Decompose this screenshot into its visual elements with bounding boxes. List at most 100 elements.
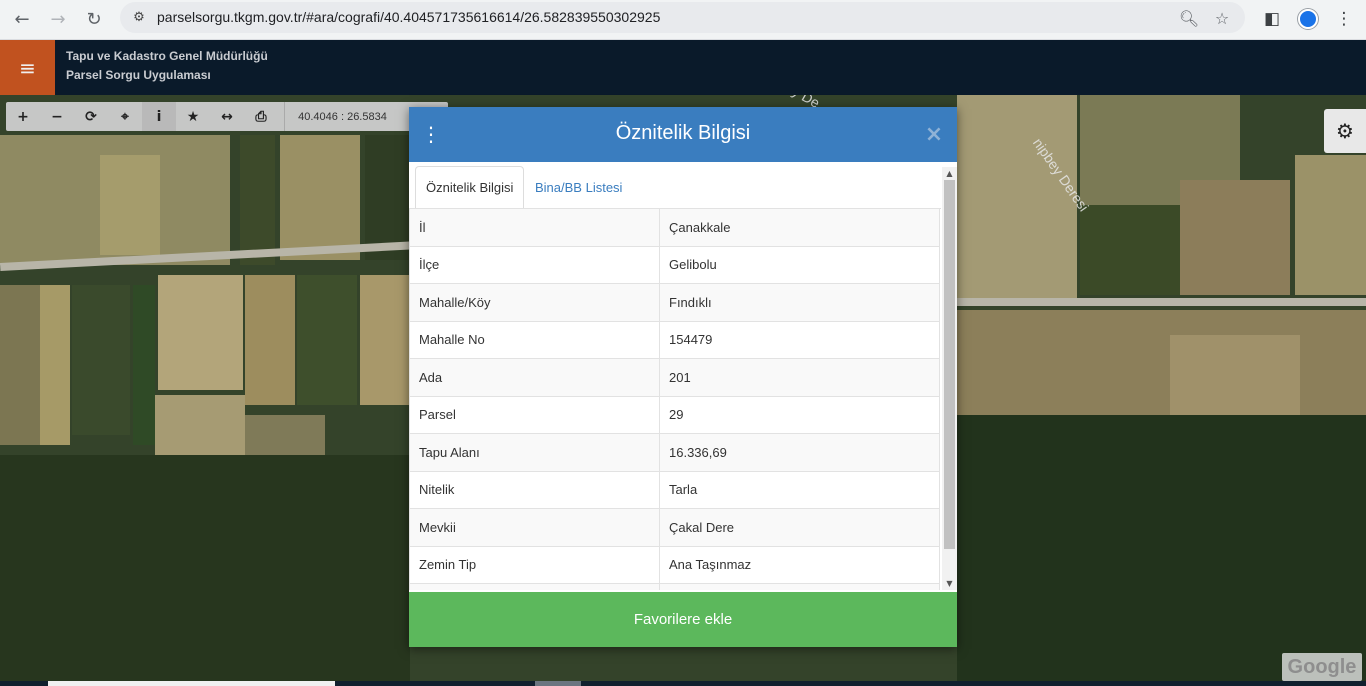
zoom-in-button[interactable]: + bbox=[6, 102, 40, 131]
attribute-key: Nitelik bbox=[409, 470, 660, 509]
attribute-table: İl Çanakkale İlçe Gelibolu Mahalle/Köy Fındık… bbox=[409, 208, 940, 590]
modal-header: ⋮ Öznitelik Bilgisi × bbox=[409, 107, 957, 162]
app-header: ≡ Tapu ve Kadastro Genel Müdürlüğü Parse… bbox=[0, 40, 1366, 95]
refresh-icon: ⟳ bbox=[85, 108, 97, 125]
map-field bbox=[1180, 180, 1290, 295]
map-forest bbox=[0, 455, 410, 686]
attribute-value bbox=[659, 583, 940, 590]
attribute-key: Ada bbox=[409, 358, 660, 397]
map-road bbox=[957, 298, 1366, 306]
attribute-table-container[interactable]: İl Çanakkale İlçe Gelibolu Mahalle/Köy Fındık… bbox=[409, 208, 941, 590]
map-field bbox=[957, 310, 1366, 415]
map-field bbox=[100, 155, 160, 255]
browser-toolbar: ← → ↻ ⚙ parselsorgu.tkgm.gov.tr/#ara/cog… bbox=[0, 0, 1366, 40]
attribute-key: Mevkii bbox=[409, 508, 660, 547]
map-field bbox=[158, 275, 243, 390]
attribute-value: Tarla bbox=[659, 470, 940, 509]
arrow-left-icon: ← bbox=[14, 8, 30, 30]
scroll-up-icon[interactable]: ▲ bbox=[942, 167, 957, 179]
attribute-info-modal: ⋮ Öznitelik Bilgisi × Öznitelik Bilgisi … bbox=[409, 107, 957, 647]
map-field bbox=[1170, 335, 1300, 415]
attribute-key bbox=[409, 583, 660, 590]
app-title-application: Parsel Sorgu Uygulaması bbox=[66, 68, 211, 82]
attribute-value: Çakal Dere bbox=[659, 508, 940, 547]
favorites-button[interactable]: ★ bbox=[176, 102, 210, 131]
map-field bbox=[297, 275, 357, 405]
bookmark-star-icon[interactable]: ☆ bbox=[1210, 6, 1234, 30]
scrollbar[interactable]: ▲ ▼ bbox=[942, 167, 957, 590]
plus-icon: + bbox=[17, 108, 29, 125]
attribute-value: 201 bbox=[659, 358, 940, 397]
info-button[interactable]: i bbox=[142, 102, 176, 131]
star-icon: ★ bbox=[186, 108, 200, 125]
table-row: İlçe Gelibolu bbox=[409, 245, 940, 284]
table-row: Nitelik Tarla bbox=[409, 470, 940, 509]
tab-building-list[interactable]: Bina/BB Listesi bbox=[525, 166, 632, 209]
add-to-favorites-button[interactable]: Favorilere ekle bbox=[409, 592, 957, 647]
forward-button[interactable]: → bbox=[43, 4, 73, 34]
map-field bbox=[155, 395, 245, 455]
map-field bbox=[72, 285, 130, 435]
avatar bbox=[1298, 9, 1318, 29]
bottom-strip-segment bbox=[48, 681, 335, 686]
map-field bbox=[245, 275, 295, 405]
zoom-icon[interactable]: 🔍︎ bbox=[1177, 6, 1201, 30]
table-row: Tapu Alanı 16.336,69 bbox=[409, 433, 940, 472]
table-row: Ada 201 bbox=[409, 358, 940, 397]
zoom-out-button[interactable]: − bbox=[40, 102, 74, 131]
attribute-value: 16.336,69 bbox=[659, 433, 940, 472]
table-row: Zemin Tip Ana Taşınmaz bbox=[409, 545, 940, 584]
map-field bbox=[40, 285, 70, 445]
attribute-key: Tapu Alanı bbox=[409, 433, 660, 472]
hamburger-menu-button[interactable]: ≡ bbox=[0, 40, 55, 95]
print-button[interactable]: ⎙ bbox=[244, 102, 278, 131]
close-icon[interactable]: × bbox=[923, 121, 945, 147]
attribute-value: Çanakkale bbox=[659, 208, 940, 247]
refresh-button[interactable]: ⟳ bbox=[74, 102, 108, 131]
reload-button[interactable]: ↻ bbox=[79, 4, 109, 34]
map-field bbox=[1080, 205, 1180, 295]
site-info-icon[interactable]: ⚙ bbox=[130, 8, 148, 26]
modal-title: Öznitelik Bilgisi bbox=[615, 122, 751, 144]
crosshair-icon: ⌖ bbox=[121, 108, 129, 125]
map-field bbox=[0, 285, 40, 445]
app-title-organization: Tapu ve Kadastro Genel Müdürlüğü bbox=[66, 49, 268, 63]
tab-attribute-info[interactable]: Öznitelik Bilgisi bbox=[415, 166, 525, 209]
table-row: İl Çanakkale bbox=[409, 208, 940, 247]
map-field bbox=[240, 135, 275, 265]
attribute-value: Gelibolu bbox=[659, 245, 940, 284]
info-icon: i bbox=[156, 108, 162, 125]
map-field bbox=[280, 135, 360, 260]
attribute-key: Mahalle/Köy bbox=[409, 283, 660, 322]
profile-button[interactable] bbox=[1294, 5, 1322, 33]
map-field bbox=[360, 275, 410, 405]
gear-icon: ⚙ bbox=[1336, 119, 1354, 143]
table-row: Mahalle No 154479 bbox=[409, 320, 940, 359]
bottom-strip-segment bbox=[535, 681, 581, 686]
attribute-key: İlçe bbox=[409, 245, 660, 284]
settings-button[interactable]: ⚙ bbox=[1324, 109, 1366, 153]
table-row bbox=[409, 583, 940, 590]
url-text: parselsorgu.tkgm.gov.tr/#ara/cografi/40.… bbox=[157, 9, 661, 25]
attribute-value: Fındıklı bbox=[659, 283, 940, 322]
back-button[interactable]: ← bbox=[7, 4, 37, 34]
locate-button[interactable]: ⌖ bbox=[108, 102, 142, 131]
hamburger-icon: ≡ bbox=[19, 55, 36, 80]
attribute-key: Parsel bbox=[409, 395, 660, 434]
attribute-value: Ana Taşınmaz bbox=[659, 545, 940, 584]
attribute-value: 154479 bbox=[659, 320, 940, 359]
print-icon: ⎙ bbox=[255, 108, 267, 125]
map-field bbox=[957, 95, 1077, 305]
bottom-strip bbox=[0, 681, 1366, 686]
chrome-menu-icon[interactable]: ⋮ bbox=[1330, 5, 1358, 33]
address-bar[interactable]: ⚙ parselsorgu.tkgm.gov.tr/#ara/cografi/4… bbox=[120, 2, 1245, 33]
scroll-down-icon[interactable]: ▼ bbox=[942, 577, 957, 590]
side-panel-icon[interactable]: ◧ bbox=[1258, 5, 1286, 33]
scroll-thumb[interactable] bbox=[944, 180, 955, 549]
attribute-key: Zemin Tip bbox=[409, 545, 660, 584]
table-row: Mahalle/Köy Fındıklı bbox=[409, 283, 940, 322]
attribute-value: 29 bbox=[659, 395, 940, 434]
measure-button[interactable]: ↔ bbox=[210, 102, 244, 131]
arrow-right-icon: → bbox=[50, 8, 66, 30]
map-forest bbox=[957, 415, 1366, 686]
